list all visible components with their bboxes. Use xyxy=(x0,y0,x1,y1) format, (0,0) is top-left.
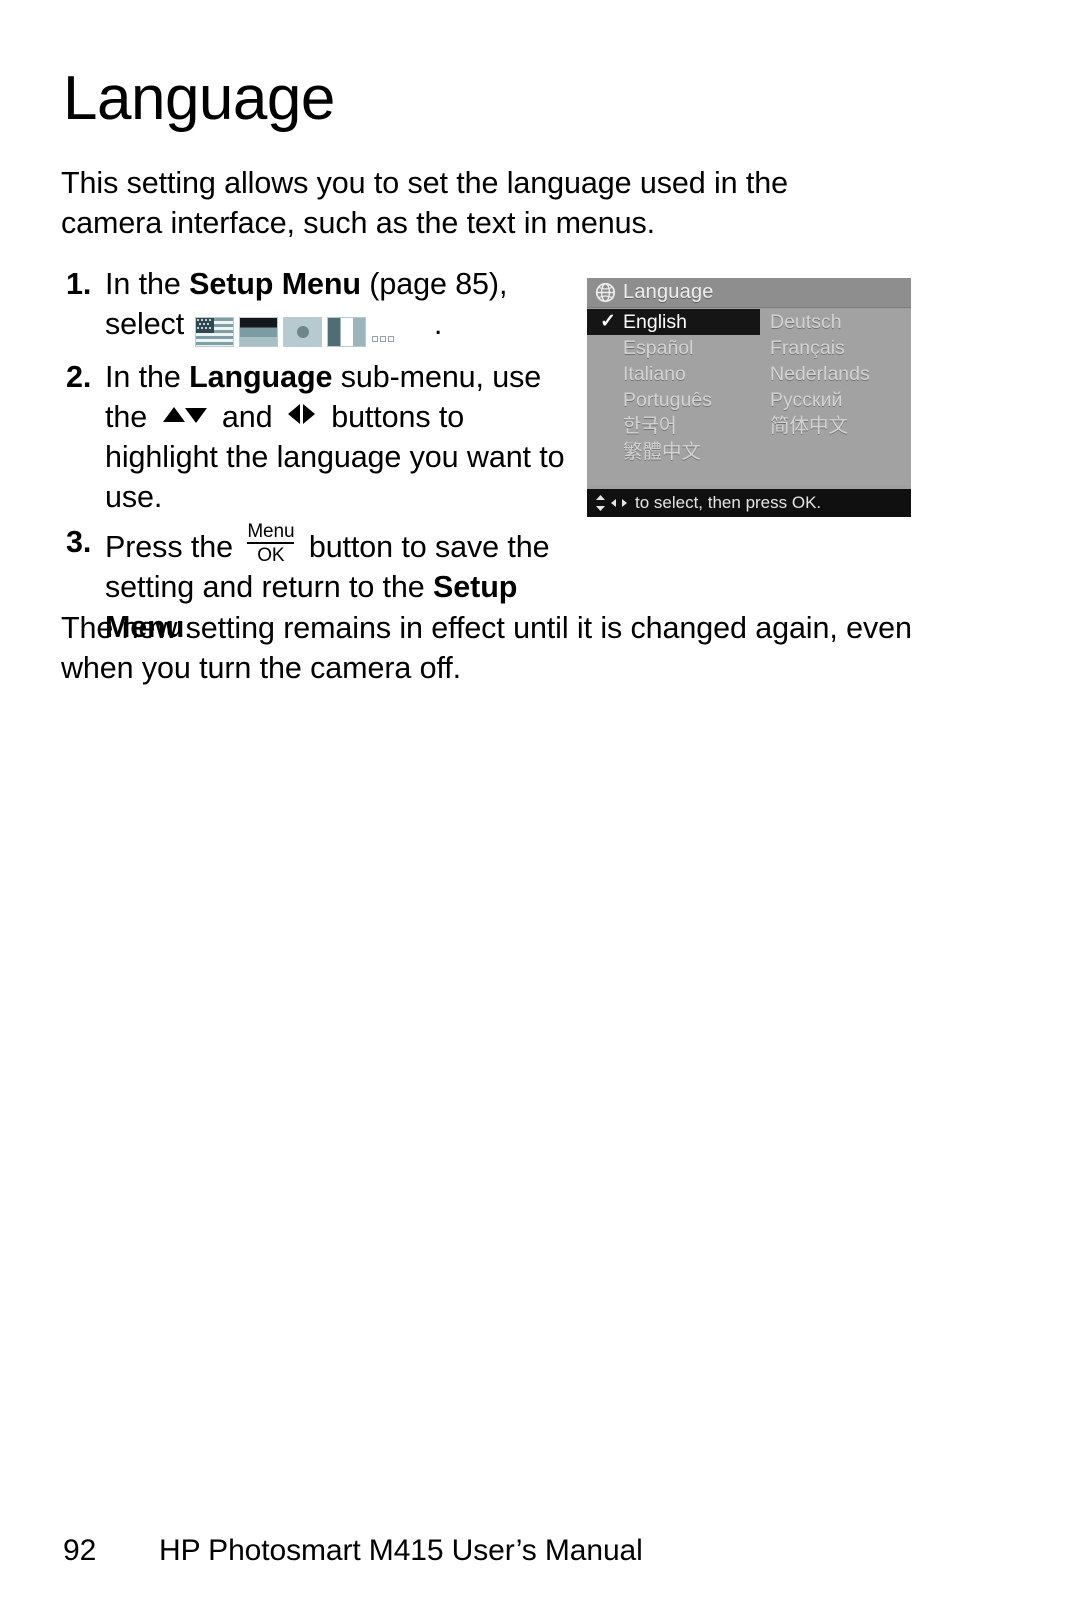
language-option-portugues[interactable]: Português xyxy=(587,387,760,413)
language-option-nederlands[interactable]: Nederlands xyxy=(760,361,911,387)
lcd-titlebar: Language xyxy=(587,278,911,308)
german-flag-icon xyxy=(239,316,279,347)
step-1: 1. In the Setup Menu (page 85), select . xyxy=(61,264,581,352)
language-label: Português xyxy=(623,389,712,411)
japanese-flag-icon xyxy=(283,316,323,347)
ellipsis-squares-icon xyxy=(372,312,396,352)
check-icon: ✓ xyxy=(600,311,616,332)
language-label: Italiano xyxy=(623,363,686,385)
left-right-arrows-icon xyxy=(286,402,318,426)
language-label: 繁體中文 xyxy=(623,441,702,463)
lcd-footer-text: to select, then press OK. xyxy=(635,493,822,512)
language-option-english[interactable]: ✓ English xyxy=(587,309,760,335)
language-option-italiano[interactable]: Italiano xyxy=(587,361,760,387)
lcd-language-list: ✓ English Español Italiano Português 한국어 … xyxy=(587,309,911,485)
language-label: Русский xyxy=(770,389,843,411)
step-2-bold-language: Language xyxy=(189,360,333,394)
manual-page: Language This setting allows you to set … xyxy=(0,0,1080,1620)
step-1-number: 1. xyxy=(66,267,92,301)
step-2: 2. In the Language sub-menu, use the and… xyxy=(61,357,581,517)
language-column-right: Deutsch Français Nederlands Русский 简体中文 xyxy=(760,309,911,439)
intro-paragraph: This setting allows you to set the langu… xyxy=(61,166,788,240)
language-label: Deutsch xyxy=(770,311,842,333)
manual-title: HP Photosmart M415 User’s Manual xyxy=(159,1534,643,1567)
french-flag-icon xyxy=(327,316,367,347)
page-number: 92 xyxy=(63,1534,97,1567)
step-3-text-before: Press the xyxy=(105,530,242,564)
up-down-arrows-icon xyxy=(160,404,208,426)
step-1-bold-setup-menu: Setup Menu xyxy=(189,267,361,301)
language-option-traditional-chinese[interactable]: 繁體中文 xyxy=(587,439,760,465)
us-flag-icon xyxy=(195,316,235,347)
language-option-deutsch[interactable]: Deutsch xyxy=(760,309,911,335)
steps-list: 1. In the Setup Menu (page 85), select .… xyxy=(61,264,581,652)
menu-ok-bottom-label: OK xyxy=(257,545,285,566)
page-footer: 92 HP Photosmart M415 User’s Manual xyxy=(63,1534,643,1568)
step-2-text-before: In the xyxy=(105,360,190,394)
language-option-russian[interactable]: Русский xyxy=(760,387,911,413)
language-option-espanol[interactable]: Español xyxy=(587,335,760,361)
setup-menu-language-icon-group xyxy=(195,310,396,352)
page-title: Language xyxy=(63,64,335,133)
lcd-title-label: Language xyxy=(623,281,714,303)
menu-ok-button-icon: Menu OK xyxy=(247,521,295,566)
up-down-hint-icon xyxy=(596,495,605,511)
language-label: Nederlands xyxy=(770,363,870,385)
language-label: Français xyxy=(770,337,845,359)
language-option-francais[interactable]: Français xyxy=(760,335,911,361)
language-label: 한국어 xyxy=(623,415,677,437)
step-3-number: 3. xyxy=(66,525,92,559)
language-label: Español xyxy=(623,337,694,359)
language-label: 简体中文 xyxy=(770,415,849,437)
left-right-hint-icon xyxy=(611,499,627,507)
language-column-left: ✓ English Español Italiano Português 한국어 … xyxy=(587,309,760,465)
globe-icon xyxy=(595,282,616,303)
closing-paragraph: The new setting remains in effect until … xyxy=(61,611,912,685)
step-1-text-after: . xyxy=(433,307,443,341)
camera-lcd-screenshot: Language ✓ English Español Italiano Portu… xyxy=(587,278,911,517)
language-option-simplified-chinese[interactable]: 简体中文 xyxy=(760,413,911,439)
language-option-korean[interactable]: 한국어 xyxy=(587,413,760,439)
lcd-footer-hint: to select, then press OK. xyxy=(587,489,911,517)
menu-ok-top-label: Menu xyxy=(247,521,295,544)
step-1-text-before: In the xyxy=(105,267,190,301)
step-2-text-mid2: and xyxy=(213,400,281,434)
language-label: English xyxy=(623,311,687,333)
step-2-number: 2. xyxy=(66,360,92,394)
